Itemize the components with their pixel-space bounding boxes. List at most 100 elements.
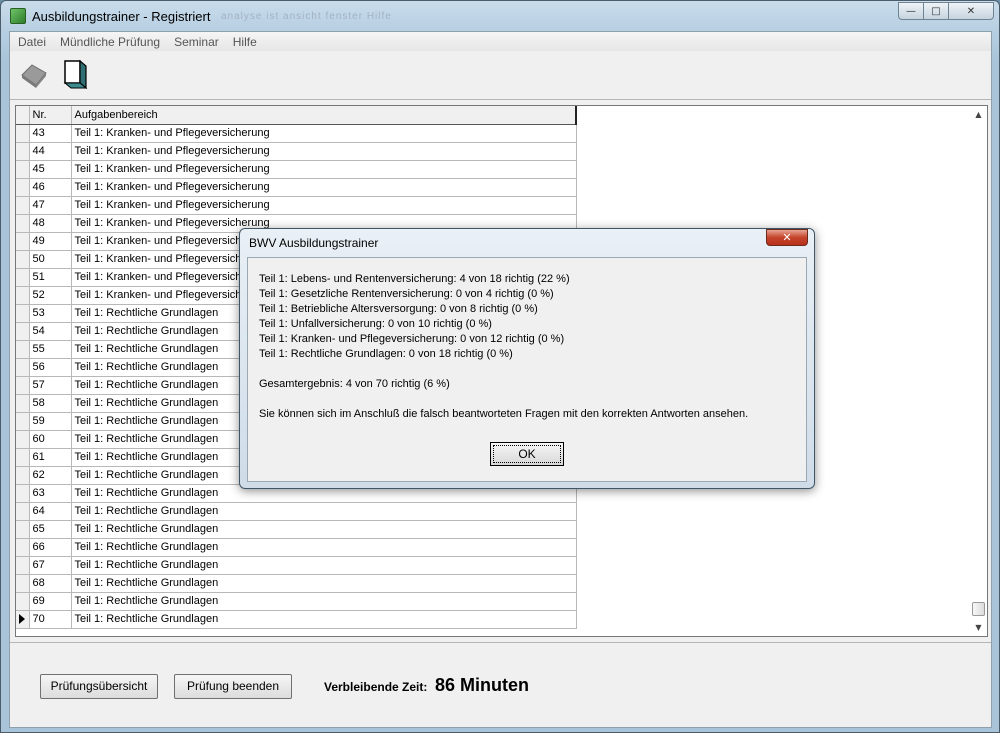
cell-nr[interactable]: 68 (29, 574, 72, 593)
cell-aufgabenbereich[interactable]: Teil 1: Kranken- und Pflegeversicherung (71, 142, 577, 161)
row-selector[interactable] (16, 466, 30, 485)
row-selector[interactable] (16, 538, 30, 557)
ok-button[interactable]: OK (490, 442, 564, 466)
row-selector[interactable] (16, 520, 30, 539)
cell-nr[interactable]: 70 (29, 610, 72, 629)
row-selector[interactable] (16, 304, 30, 323)
cell-nr[interactable]: 58 (29, 394, 72, 413)
cell-nr[interactable]: 54 (29, 322, 72, 341)
row-selector[interactable] (16, 340, 30, 359)
table-row[interactable]: 69 Teil 1: Rechtliche Grundlagen (16, 592, 577, 611)
cell-nr[interactable]: 59 (29, 412, 72, 431)
table-row[interactable]: 68 Teil 1: Rechtliche Grundlagen (16, 574, 577, 593)
row-selector[interactable] (16, 376, 30, 395)
title-bar[interactable]: Ausbildungstrainer - Registriert analyse… (1, 1, 999, 31)
cell-nr[interactable]: 62 (29, 466, 72, 485)
cell-nr[interactable]: 65 (29, 520, 72, 539)
open-folder-icon[interactable] (62, 57, 94, 89)
cell-nr[interactable]: 61 (29, 448, 72, 467)
scroll-thumb[interactable] (972, 602, 985, 616)
row-selector[interactable] (16, 574, 30, 593)
row-selector[interactable] (16, 592, 30, 611)
cell-aufgabenbereich[interactable]: Teil 1: Kranken- und Pflegeversicherung (71, 196, 577, 215)
cell-aufgabenbereich[interactable]: Teil 1: Kranken- und Pflegeversicherung (71, 160, 577, 179)
cell-aufgabenbereich[interactable]: Teil 1: Rechtliche Grundlagen (71, 610, 577, 629)
cell-nr[interactable]: 67 (29, 556, 72, 575)
finish-exam-button[interactable]: Prüfung beenden (174, 674, 292, 699)
menu-seminar[interactable]: Seminar (167, 35, 226, 49)
cell-nr[interactable]: 43 (29, 124, 72, 143)
row-selector[interactable] (16, 124, 30, 143)
cell-nr[interactable]: 60 (29, 430, 72, 449)
row-selector[interactable] (16, 448, 30, 467)
overview-button[interactable]: Prüfungsübersicht (40, 674, 158, 699)
table-row[interactable]: 47 Teil 1: Kranken- und Pflegeversicherun… (16, 196, 577, 215)
scroll-up-icon[interactable]: ▲ (970, 106, 987, 123)
table-row[interactable]: 66 Teil 1: Rechtliche Grundlagen (16, 538, 577, 557)
cell-nr[interactable]: 45 (29, 160, 72, 179)
cell-nr[interactable]: 55 (29, 340, 72, 359)
cell-aufgabenbereich[interactable]: Teil 1: Rechtliche Grundlagen (71, 574, 577, 593)
scroll-down-icon[interactable]: ▼ (970, 619, 987, 636)
table-row[interactable]: 44 Teil 1: Kranken- und Pflegeversicherun… (16, 142, 577, 161)
row-selector[interactable] (16, 232, 30, 251)
cell-nr[interactable]: 52 (29, 286, 72, 305)
cell-nr[interactable]: 53 (29, 304, 72, 323)
cell-aufgabenbereich[interactable]: Teil 1: Rechtliche Grundlagen (71, 592, 577, 611)
row-selector[interactable] (16, 196, 30, 215)
cell-nr[interactable]: 46 (29, 178, 72, 197)
row-selector[interactable] (16, 412, 30, 431)
cell-nr[interactable]: 66 (29, 538, 72, 557)
row-selector[interactable] (16, 556, 30, 575)
table-row[interactable]: 64 Teil 1: Rechtliche Grundlagen (16, 502, 577, 521)
row-selector[interactable] (16, 286, 30, 305)
vertical-scrollbar[interactable]: ▲ ▼ (970, 106, 987, 636)
table-row[interactable]: 45 Teil 1: Kranken- und Pflegeversicherun… (16, 160, 577, 179)
row-selector[interactable] (16, 502, 30, 521)
cell-aufgabenbereich[interactable]: Teil 1: Rechtliche Grundlagen (71, 556, 577, 575)
table-row[interactable]: 70 Teil 1: Rechtliche Grundlagen (16, 610, 577, 629)
menu-hilfe[interactable]: Hilfe (226, 35, 264, 49)
row-selector[interactable] (16, 358, 30, 377)
cell-nr[interactable]: 47 (29, 196, 72, 215)
row-selector[interactable] (16, 142, 30, 161)
cell-nr[interactable]: 51 (29, 268, 72, 287)
cell-aufgabenbereich[interactable]: Teil 1: Kranken- und Pflegeversicherung (71, 178, 577, 197)
cell-nr[interactable]: 48 (29, 214, 72, 233)
cell-nr[interactable]: 44 (29, 142, 72, 161)
cell-nr[interactable]: 63 (29, 484, 72, 503)
cell-nr[interactable]: 50 (29, 250, 72, 269)
cell-aufgabenbereich[interactable]: Teil 1: Rechtliche Grundlagen (71, 502, 577, 521)
column-header-nr[interactable]: Nr. (29, 106, 72, 125)
row-selector[interactable] (16, 268, 30, 287)
current-row-indicator[interactable] (16, 610, 30, 629)
menu-muendliche-pruefung[interactable]: Mündliche Prüfung (53, 35, 167, 49)
cell-aufgabenbereich[interactable]: Teil 1: Rechtliche Grundlagen (71, 520, 577, 539)
table-row[interactable]: 65 Teil 1: Rechtliche Grundlagen (16, 520, 577, 539)
menu-datei[interactable]: Datei (10, 35, 53, 49)
row-selector[interactable] (16, 250, 30, 269)
minimize-icon[interactable]: — (898, 2, 924, 20)
row-selector[interactable] (16, 322, 30, 341)
row-selector[interactable] (16, 394, 30, 413)
cell-nr[interactable]: 56 (29, 358, 72, 377)
cell-aufgabenbereich[interactable]: Teil 1: Kranken- und Pflegeversicherung (71, 124, 577, 143)
cell-aufgabenbereich[interactable]: Teil 1: Rechtliche Grundlagen (71, 538, 577, 557)
cell-nr[interactable]: 57 (29, 376, 72, 395)
cell-nr[interactable]: 49 (29, 232, 72, 251)
cell-nr[interactable]: 69 (29, 592, 72, 611)
dialog-close-icon[interactable]: ✕ (766, 229, 808, 246)
cell-nr[interactable]: 64 (29, 502, 72, 521)
table-row[interactable]: 67 Teil 1: Rechtliche Grundlagen (16, 556, 577, 575)
column-header-aufgabenbereich[interactable]: Aufgabenbereich (71, 106, 577, 125)
row-selector[interactable] (16, 214, 30, 233)
row-selector[interactable] (16, 160, 30, 179)
row-selector[interactable] (16, 178, 30, 197)
table-row[interactable]: 43 Teil 1: Kranken- und Pflegeversicherun… (16, 124, 577, 143)
table-row[interactable]: 46 Teil 1: Kranken- und Pflegeversicherun… (16, 178, 577, 197)
close-window-icon[interactable]: ✕ (948, 2, 994, 20)
row-selector[interactable] (16, 484, 30, 503)
exit-icon[interactable] (20, 61, 48, 89)
maximize-icon[interactable]: □ (923, 2, 949, 20)
row-selector[interactable] (16, 430, 30, 449)
